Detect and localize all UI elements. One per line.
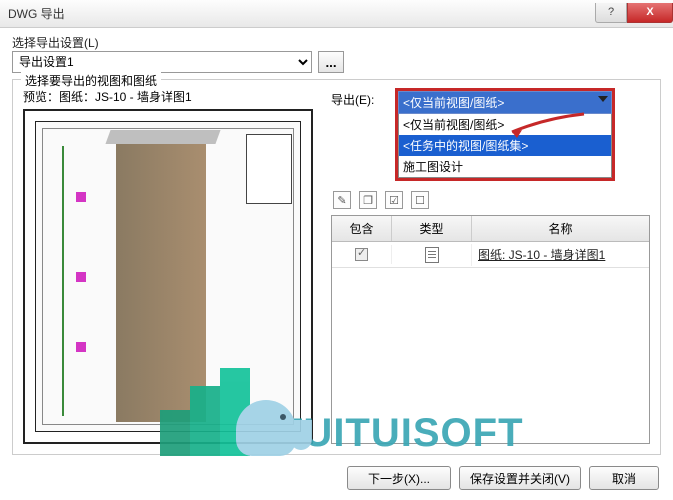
window-title: DWG 导出 [8,5,595,22]
include-checkbox[interactable] [355,248,368,261]
export-scope-label: 导出(E): [331,88,387,108]
views-grid: 包含 类型 名称 图纸: JS-10 - 墙身详图1 [331,215,650,444]
window-controls: ? X [595,3,673,25]
duplicate-icon[interactable]: ❐ [359,191,377,209]
save-close-button[interactable]: 保存设置并关闭(V) [459,466,581,490]
col-name[interactable]: 名称 [472,216,649,241]
cancel-button[interactable]: 取消 [589,466,659,490]
preview-image [35,121,301,432]
list-toolbar: ✎ ❐ ☑ ☐ [333,191,650,209]
sheet-icon [425,247,439,263]
dropdown-option-2[interactable]: 施工图设计 [399,156,611,177]
dropdown-selected-text: <仅当前视图/图纸> [403,96,504,110]
settings-browse-button[interactable]: ... [318,51,344,73]
close-button[interactable]: X [627,3,673,23]
dropdown-option-0[interactable]: <仅当前视图/图纸> [399,114,611,135]
uncheck-all-icon[interactable]: ☐ [411,191,429,209]
table-row[interactable]: 图纸: JS-10 - 墙身详图1 [332,242,649,268]
grid-header: 包含 类型 名称 [332,216,649,242]
group-title: 选择要导出的视图和图纸 [21,72,161,89]
dropdown-option-1[interactable]: <任务中的视图/图纸集> [399,135,611,156]
dropdown-list: <仅当前视图/图纸> <任务中的视图/图纸集> 施工图设计 [398,114,612,178]
col-include[interactable]: 包含 [332,216,392,241]
export-settings-combo[interactable]: 导出设置1 [12,51,312,73]
chevron-down-icon [598,96,608,102]
dropdown-selected[interactable]: <仅当前视图/图纸> [398,91,612,114]
title-bar: DWG 导出 ? X [0,0,673,28]
preview-label: 预览：图纸：JS-10 - 墙身详图1 [23,88,313,105]
check-all-icon[interactable]: ☑ [385,191,403,209]
col-type[interactable]: 类型 [392,216,472,241]
dialog-footer: 下一步(X)... 保存设置并关闭(V) 取消 [347,466,659,490]
next-button[interactable]: 下一步(X)... [347,466,451,490]
dialog-content: 选择导出设置(L) 导出设置1 ... 选择要导出的视图和图纸 预览：图纸：JS… [0,28,673,500]
export-scope-dropdown[interactable]: <仅当前视图/图纸> <仅当前视图/图纸> <任务中的视图/图纸集> 施工图设计 [395,88,615,181]
preview-panel [23,109,313,444]
help-button[interactable]: ? [595,3,627,23]
views-sheets-group: 选择要导出的视图和图纸 预览：图纸：JS-10 - 墙身详图1 导出(E): [12,79,661,455]
new-list-icon[interactable]: ✎ [333,191,351,209]
row-name[interactable]: 图纸: JS-10 - 墙身详图1 [472,243,649,266]
export-settings-label: 选择导出设置(L) [12,34,661,51]
